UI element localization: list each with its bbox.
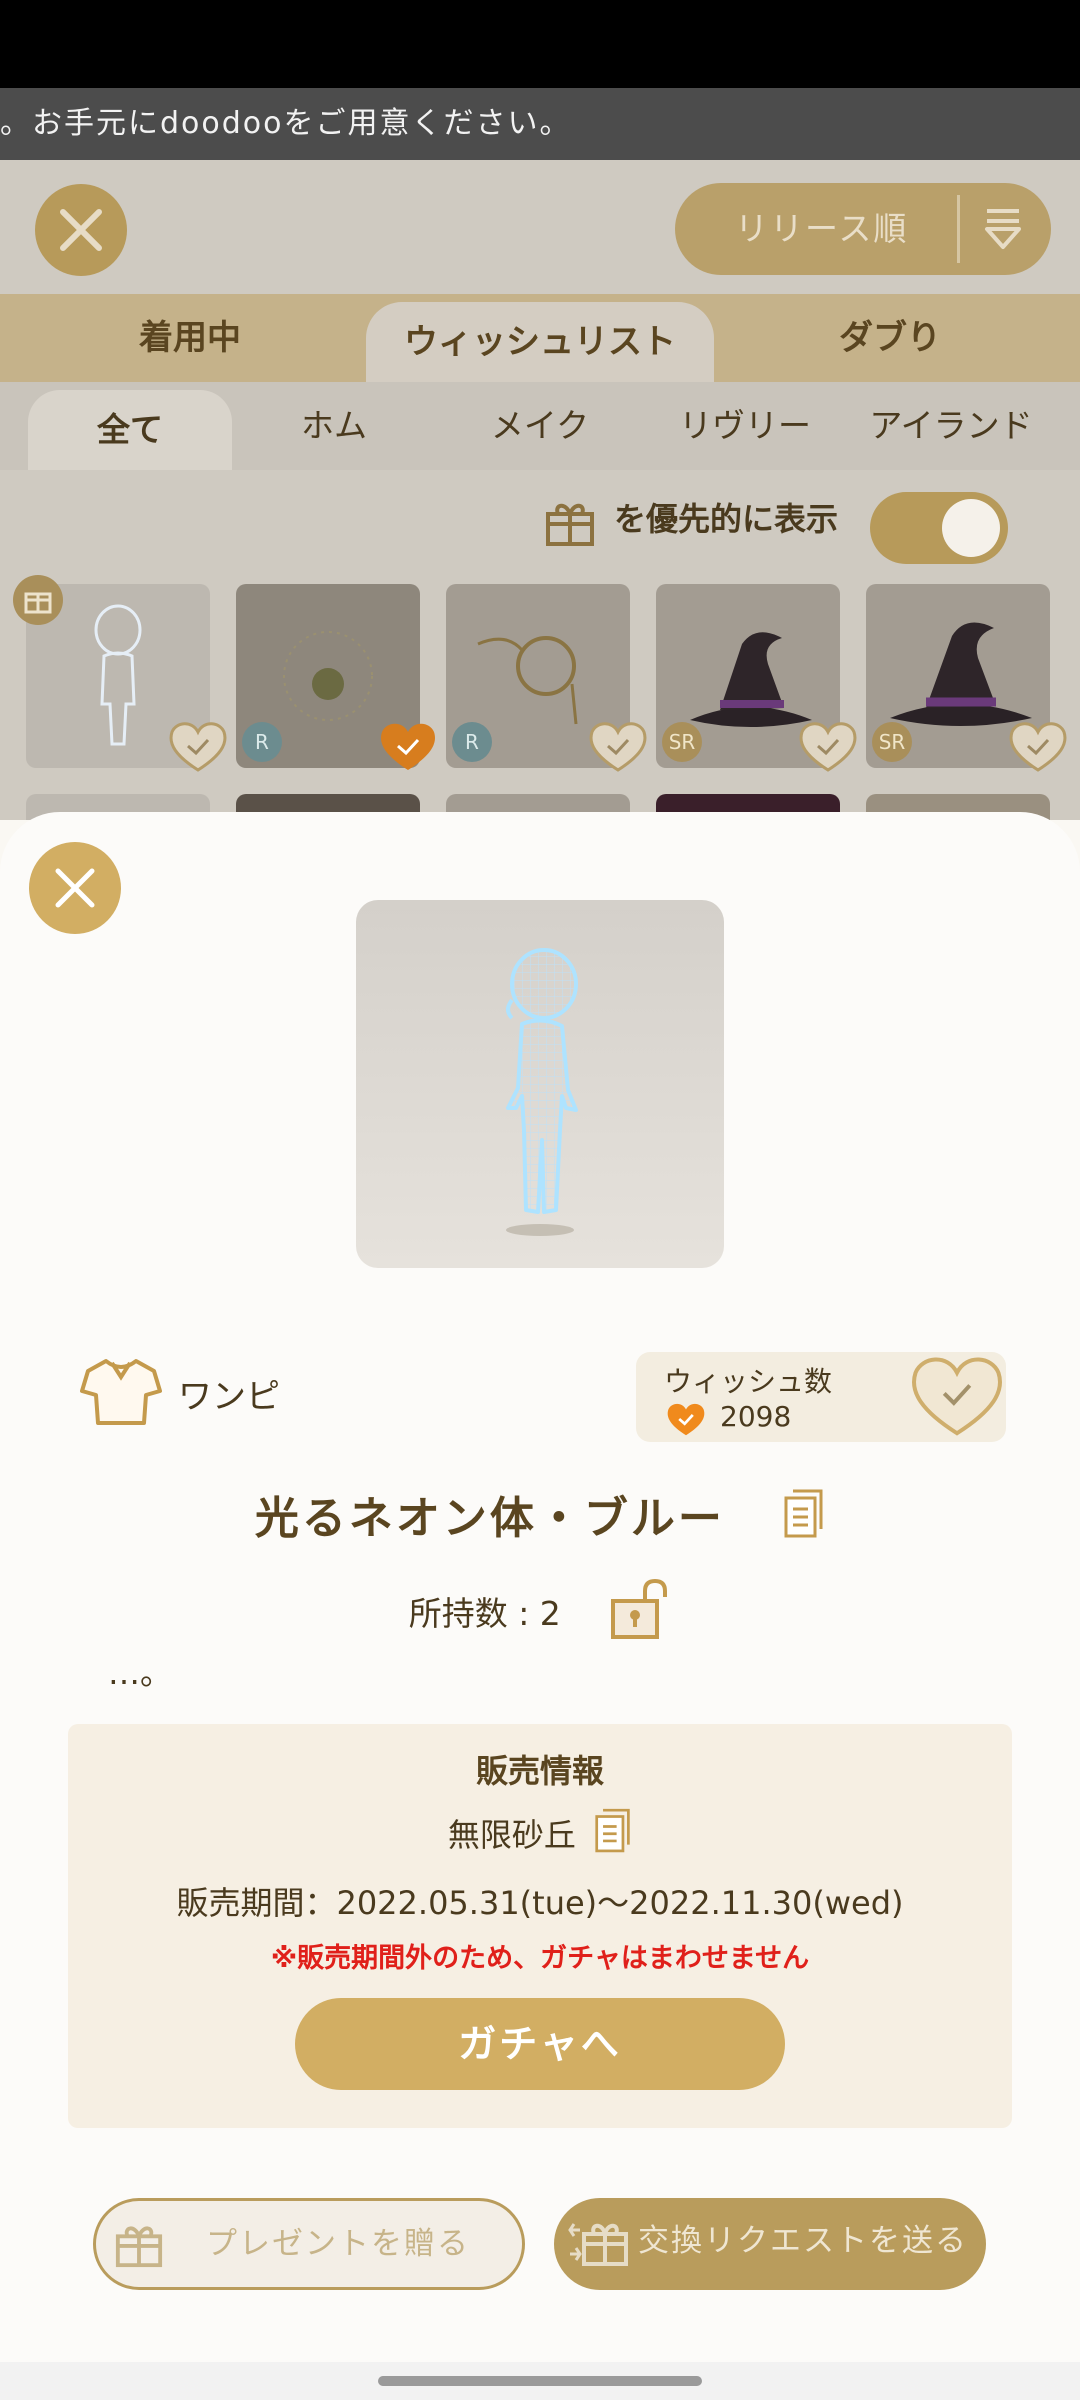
send-exchange-request-button[interactable]: 交換リクエストを送る — [554, 2198, 986, 2290]
priority-toggle[interactable] — [870, 492, 1008, 564]
neon-figure-illustration — [506, 948, 578, 1236]
heart-icon[interactable] — [586, 718, 650, 774]
rarity-badge: SR — [872, 722, 912, 762]
priority-label: を優先的に表示 — [614, 500, 839, 538]
item-description: …。 — [108, 1654, 173, 1692]
send-exchange-label: 交換リクエストを送る — [638, 2223, 968, 2259]
subtab-livly[interactable]: リヴリー — [645, 382, 845, 470]
figure-thumbnail — [94, 604, 142, 746]
owned-count-row: 所持数 : 2 — [0, 1577, 1080, 1639]
sort-label: リリース順 — [735, 209, 909, 248]
gift-icon — [115, 2226, 163, 2268]
gift-exchange-icon — [568, 2223, 628, 2266]
subtab-island[interactable]: アイランド — [848, 382, 1054, 470]
sale-info-box: 販売情報 無限砂丘 販売期間：2022.05.31(tue)〜2022.11.3… — [68, 1724, 1012, 2128]
item-name-text: 光るネオン体・ブルー — [254, 1493, 725, 1544]
subtab-home[interactable]: ホム — [234, 382, 434, 470]
sub-tab-bar: 全て ホム メイク リヴリー アイランド — [0, 382, 1080, 470]
rarity-badge: R — [242, 722, 282, 762]
background-close-button[interactable] — [35, 184, 127, 276]
wish-count-value: 2098 — [720, 1400, 792, 1433]
tab-duplicates[interactable]: ダブり — [740, 294, 1040, 382]
sort-button[interactable]: リリース順 — [675, 183, 1051, 275]
shirt-icon — [80, 1359, 162, 1425]
copy-icon[interactable] — [783, 1489, 825, 1539]
divider — [957, 195, 960, 263]
go-to-gacha-button[interactable]: ガチャへ — [295, 1998, 785, 2090]
gacha-name: 無限砂丘 — [447, 1816, 576, 1854]
orb-thumbnail — [283, 631, 373, 721]
gesture-nav-bar — [0, 2362, 1080, 2400]
subtab-all[interactable]: 全て — [28, 390, 232, 470]
status-bar — [0, 0, 1080, 88]
close-icon — [55, 868, 95, 908]
rarity-badge: R — [452, 722, 492, 762]
item-name: 光るネオン体・ブルー — [0, 1482, 1080, 1546]
item-detail-modal: ワンピ ウィッシュ数 2098 光るネオン体・ブルー 所持数 : 2 …。 販売 — [0, 812, 1080, 2362]
copy-icon[interactable] — [594, 1808, 632, 1854]
main-tab-bar: 着用中 ウィッシュリスト ダブり — [0, 294, 1080, 382]
heart-icon — [667, 1403, 705, 1436]
close-icon — [60, 209, 102, 251]
wishlist-heart-button[interactable] — [906, 1350, 1008, 1440]
sale-notice: ※販売期間外のため、ガチャはまわせません — [270, 1943, 810, 1974]
priority-display-row: を優先的に表示 — [0, 470, 1080, 574]
home-handle[interactable] — [378, 2376, 702, 2386]
tab-wearing[interactable]: 着用中 — [40, 294, 340, 382]
category-label: ワンピ — [178, 1377, 280, 1417]
heart-icon[interactable] — [166, 718, 230, 774]
heart-icon[interactable] — [796, 718, 860, 774]
owned-count: 所持数 : 2 — [408, 1594, 561, 1633]
gacha-name-row: 無限砂丘 — [68, 1808, 1012, 1856]
sort-icon — [985, 209, 1021, 249]
sale-info-heading: 販売情報 — [475, 1752, 604, 1790]
witch-hat-thumbnail — [890, 622, 1032, 726]
heart-icon[interactable] — [376, 718, 440, 774]
lock-icon[interactable] — [609, 1577, 671, 1639]
news-ticker: 。お手元にdoodooをご用意ください。 — [0, 88, 1080, 160]
send-present-label: プレゼントを贈る — [206, 2226, 470, 2262]
sale-period: 販売期間：2022.05.31(tue)〜2022.11.30(wed) — [176, 1884, 904, 1922]
tab-wishlist[interactable]: ウィッシュリスト — [366, 302, 714, 382]
gift-icon — [546, 503, 594, 546]
wish-count-title: ウィッシュ数 — [664, 1365, 833, 1398]
wishlist-screen-background: リリース順 着用中 ウィッシュリスト ダブり 全て ホム メイク リヴリー アイ… — [0, 160, 1080, 820]
toggle-knob — [942, 499, 1000, 557]
close-button[interactable] — [29, 842, 121, 934]
gift-badge-icon — [13, 575, 63, 625]
subtab-makeup[interactable]: メイク — [440, 382, 640, 470]
item-preview-image — [356, 900, 724, 1268]
heart-icon[interactable] — [1006, 718, 1070, 774]
send-present-button[interactable]: プレゼントを贈る — [93, 2198, 525, 2290]
rarity-badge: SR — [662, 722, 702, 762]
